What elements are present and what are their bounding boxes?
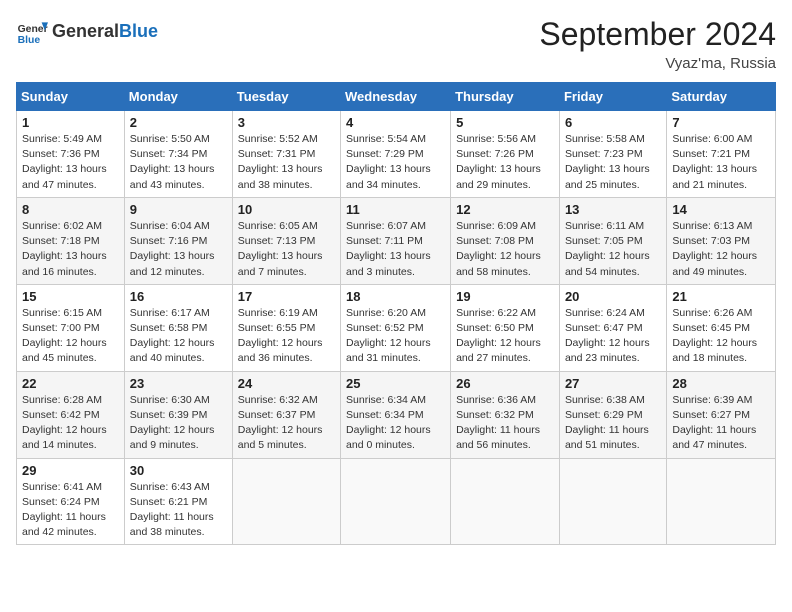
day-4: 4 Sunrise: 5:54 AMSunset: 7:29 PMDayligh… bbox=[341, 111, 451, 198]
day-20: 20 Sunrise: 6:24 AMSunset: 6:47 PMDaylig… bbox=[559, 284, 666, 371]
week-row-4: 22 Sunrise: 6:28 AMSunset: 6:42 PMDaylig… bbox=[17, 371, 776, 458]
header-tuesday: Tuesday bbox=[232, 83, 340, 111]
day-30: 30 Sunrise: 6:43 AMSunset: 6:21 PMDaylig… bbox=[124, 458, 232, 545]
title-block: September 2024 Vyaz'ma, Russia bbox=[539, 16, 776, 72]
day-24: 24 Sunrise: 6:32 AMSunset: 6:37 PMDaylig… bbox=[232, 371, 340, 458]
day-14: 14 Sunrise: 6:13 AMSunset: 7:03 PMDaylig… bbox=[667, 197, 776, 284]
week-row-3: 15 Sunrise: 6:15 AMSunset: 7:00 PMDaylig… bbox=[17, 284, 776, 371]
calendar: Sunday Monday Tuesday Wednesday Thursday… bbox=[16, 82, 776, 545]
day-12: 12 Sunrise: 6:09 AMSunset: 7:08 PMDaylig… bbox=[451, 197, 560, 284]
day-5: 5 Sunrise: 5:56 AMSunset: 7:26 PMDayligh… bbox=[451, 111, 560, 198]
empty-cell-2 bbox=[341, 458, 451, 545]
day-27: 27 Sunrise: 6:38 AMSunset: 6:29 PMDaylig… bbox=[559, 371, 666, 458]
day-13: 13 Sunrise: 6:11 AMSunset: 7:05 PMDaylig… bbox=[559, 197, 666, 284]
day-29: 29 Sunrise: 6:41 AMSunset: 6:24 PMDaylig… bbox=[17, 458, 125, 545]
header-thursday: Thursday bbox=[451, 83, 560, 111]
day-9: 9 Sunrise: 6:04 AMSunset: 7:16 PMDayligh… bbox=[124, 197, 232, 284]
day-28: 28 Sunrise: 6:39 AMSunset: 6:27 PMDaylig… bbox=[667, 371, 776, 458]
logo-icon: General Blue bbox=[16, 16, 48, 48]
empty-cell-5 bbox=[667, 458, 776, 545]
day-23: 23 Sunrise: 6:30 AMSunset: 6:39 PMDaylig… bbox=[124, 371, 232, 458]
day-15: 15 Sunrise: 6:15 AMSunset: 7:00 PMDaylig… bbox=[17, 284, 125, 371]
logo: General Blue GeneralBlue bbox=[16, 16, 158, 48]
day-17: 17 Sunrise: 6:19 AMSunset: 6:55 PMDaylig… bbox=[232, 284, 340, 371]
svg-text:Blue: Blue bbox=[18, 35, 41, 46]
day-6: 6 Sunrise: 5:58 AMSunset: 7:23 PMDayligh… bbox=[559, 111, 666, 198]
page-header: General Blue GeneralBlue September 2024 … bbox=[16, 16, 776, 72]
day-19: 19 Sunrise: 6:22 AMSunset: 6:50 PMDaylig… bbox=[451, 284, 560, 371]
day-3: 3 Sunrise: 5:52 AMSunset: 7:31 PMDayligh… bbox=[232, 111, 340, 198]
day-26: 26 Sunrise: 6:36 AMSunset: 6:32 PMDaylig… bbox=[451, 371, 560, 458]
day-16: 16 Sunrise: 6:17 AMSunset: 6:58 PMDaylig… bbox=[124, 284, 232, 371]
weekday-header-row: Sunday Monday Tuesday Wednesday Thursday… bbox=[17, 83, 776, 111]
location: Vyaz'ma, Russia bbox=[539, 55, 776, 72]
day-25: 25 Sunrise: 6:34 AMSunset: 6:34 PMDaylig… bbox=[341, 371, 451, 458]
logo-text: GeneralBlue bbox=[52, 22, 158, 42]
month-title: September 2024 bbox=[539, 16, 776, 53]
day-7: 7 Sunrise: 6:00 AMSunset: 7:21 PMDayligh… bbox=[667, 111, 776, 198]
empty-cell-1 bbox=[232, 458, 340, 545]
empty-cell-4 bbox=[559, 458, 666, 545]
day-8: 8 Sunrise: 6:02 AMSunset: 7:18 PMDayligh… bbox=[17, 197, 125, 284]
day-1: 1 Sunrise: 5:49 AMSunset: 7:36 PMDayligh… bbox=[17, 111, 125, 198]
header-sunday: Sunday bbox=[17, 83, 125, 111]
header-friday: Friday bbox=[559, 83, 666, 111]
header-wednesday: Wednesday bbox=[341, 83, 451, 111]
day-10: 10 Sunrise: 6:05 AMSunset: 7:13 PMDaylig… bbox=[232, 197, 340, 284]
header-monday: Monday bbox=[124, 83, 232, 111]
day-21: 21 Sunrise: 6:26 AMSunset: 6:45 PMDaylig… bbox=[667, 284, 776, 371]
week-row-2: 8 Sunrise: 6:02 AMSunset: 7:18 PMDayligh… bbox=[17, 197, 776, 284]
day-11: 11 Sunrise: 6:07 AMSunset: 7:11 PMDaylig… bbox=[341, 197, 451, 284]
day-22: 22 Sunrise: 6:28 AMSunset: 6:42 PMDaylig… bbox=[17, 371, 125, 458]
header-saturday: Saturday bbox=[667, 83, 776, 111]
day-2: 2 Sunrise: 5:50 AMSunset: 7:34 PMDayligh… bbox=[124, 111, 232, 198]
empty-cell-3 bbox=[451, 458, 560, 545]
week-row-5: 29 Sunrise: 6:41 AMSunset: 6:24 PMDaylig… bbox=[17, 458, 776, 545]
day-18: 18 Sunrise: 6:20 AMSunset: 6:52 PMDaylig… bbox=[341, 284, 451, 371]
week-row-1: 1 Sunrise: 5:49 AMSunset: 7:36 PMDayligh… bbox=[17, 111, 776, 198]
